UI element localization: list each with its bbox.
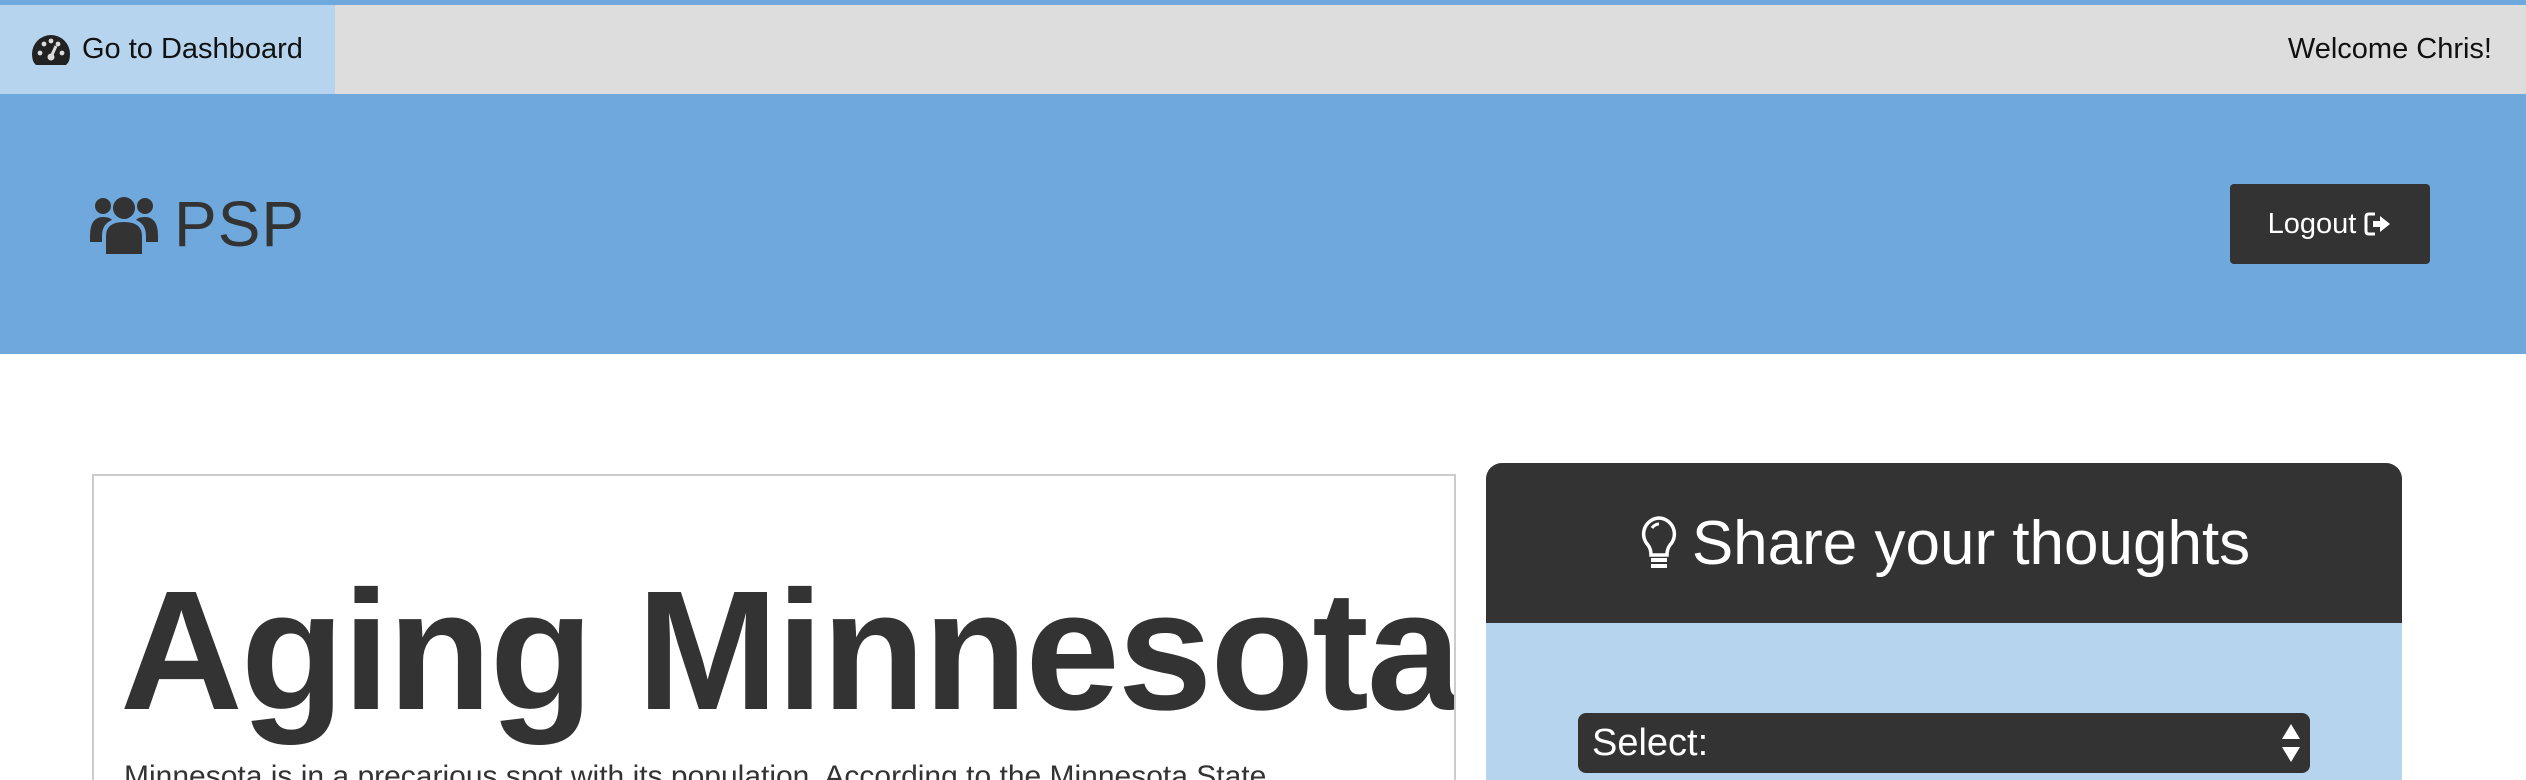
users-icon xyxy=(90,197,158,254)
article-card: Aging Minnesota Minnesota is in a precar… xyxy=(92,474,1456,780)
brand[interactable]: PSP xyxy=(90,94,305,354)
site-header: PSP Logout xyxy=(0,94,2526,354)
logout-label: Logout xyxy=(2267,207,2357,240)
sign-out-icon xyxy=(2364,212,2391,236)
article-intro: Minnesota is in a precarious spot with i… xyxy=(124,760,1267,780)
lightbulb-icon xyxy=(1641,516,1676,568)
share-panel-header: Share your thoughts xyxy=(1486,463,2402,623)
select-value: Select: xyxy=(1592,721,1709,764)
go-to-dashboard-link[interactable]: Go to Dashboard xyxy=(0,5,335,94)
welcome-message: Welcome Chris! xyxy=(2287,33,2492,65)
topic-select[interactable]: Select: xyxy=(1578,713,2310,773)
top-utility-bar: Go to Dashboard Welcome Chris! xyxy=(0,0,2526,94)
tachometer-icon xyxy=(32,34,70,65)
brand-name: PSP xyxy=(174,188,306,260)
share-thoughts-panel: Share your thoughts Select: xyxy=(1486,463,2402,780)
article-title: Aging Minnesota xyxy=(120,556,1456,746)
logout-button[interactable]: Logout xyxy=(2230,184,2430,264)
dashboard-label: Go to Dashboard xyxy=(82,33,303,65)
share-panel-title: Share your thoughts xyxy=(1691,508,2251,578)
select-arrows-icon xyxy=(2282,724,2300,762)
